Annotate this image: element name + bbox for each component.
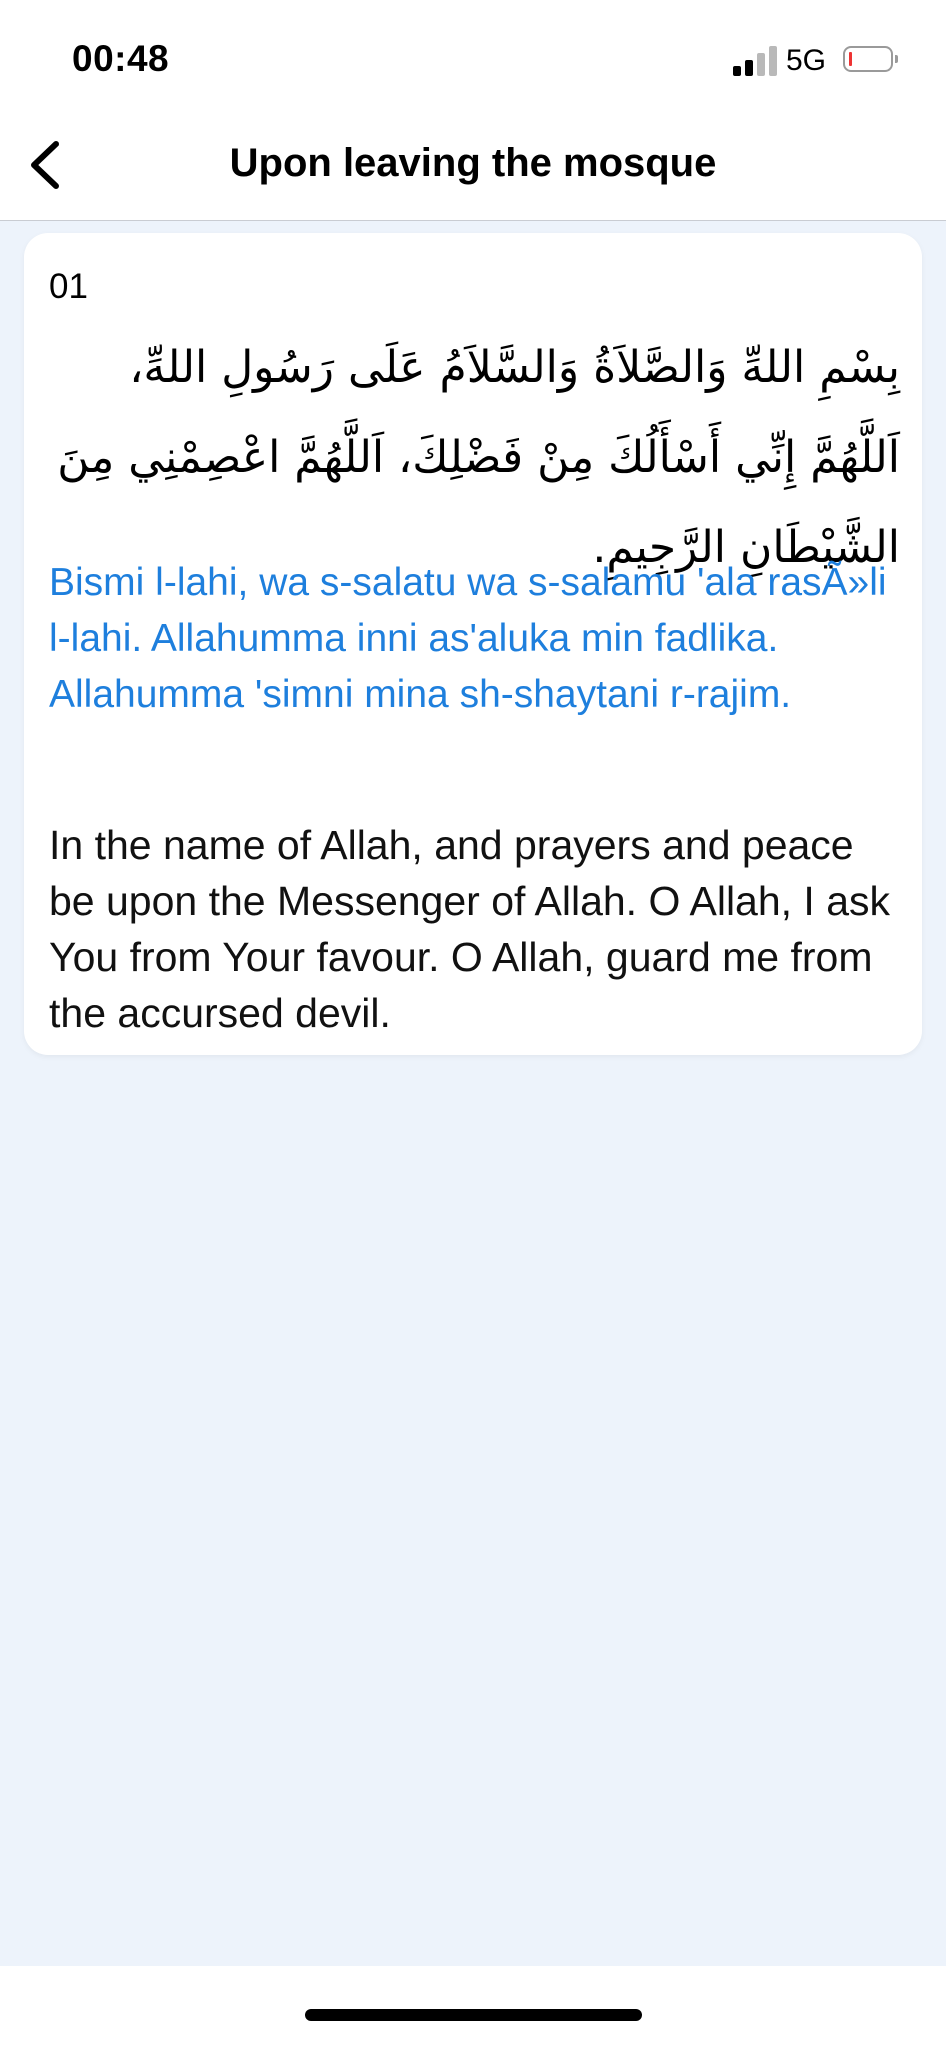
arabic-text: بِسْمِ اللهِّ وَالصَّلاَةُ وَالسَّلاَمُ … — [57, 342, 900, 573]
navigation-bar: Upon leaving the mosque — [0, 115, 946, 221]
dua-number: 01 — [49, 267, 88, 306]
content-area: 01 بِسْمِ اللهِّ وَالصَّلاَةُ وَالسَّلاَ… — [0, 221, 946, 1966]
dua-card: 01 بِسْمِ اللهِّ وَالصَّلاَةُ وَالسَّلاَ… — [24, 233, 922, 1055]
cellular-signal-icon — [733, 46, 777, 76]
network-label: 5G — [786, 44, 827, 77]
transliteration-text: Bismi l-lahi, wa s-salatu wa s-salamu 'a… — [49, 561, 887, 716]
status-bar: 00:48 5G — [0, 0, 946, 115]
battery-low-icon — [843, 46, 898, 72]
home-area — [0, 1966, 946, 2048]
page-title: Upon leaving the mosque — [229, 141, 717, 185]
home-indicator[interactable] — [305, 2009, 642, 2021]
status-time: 00:48 — [72, 38, 170, 79]
translation-text: In the name of Allah, and prayers and pe… — [49, 822, 891, 1036]
